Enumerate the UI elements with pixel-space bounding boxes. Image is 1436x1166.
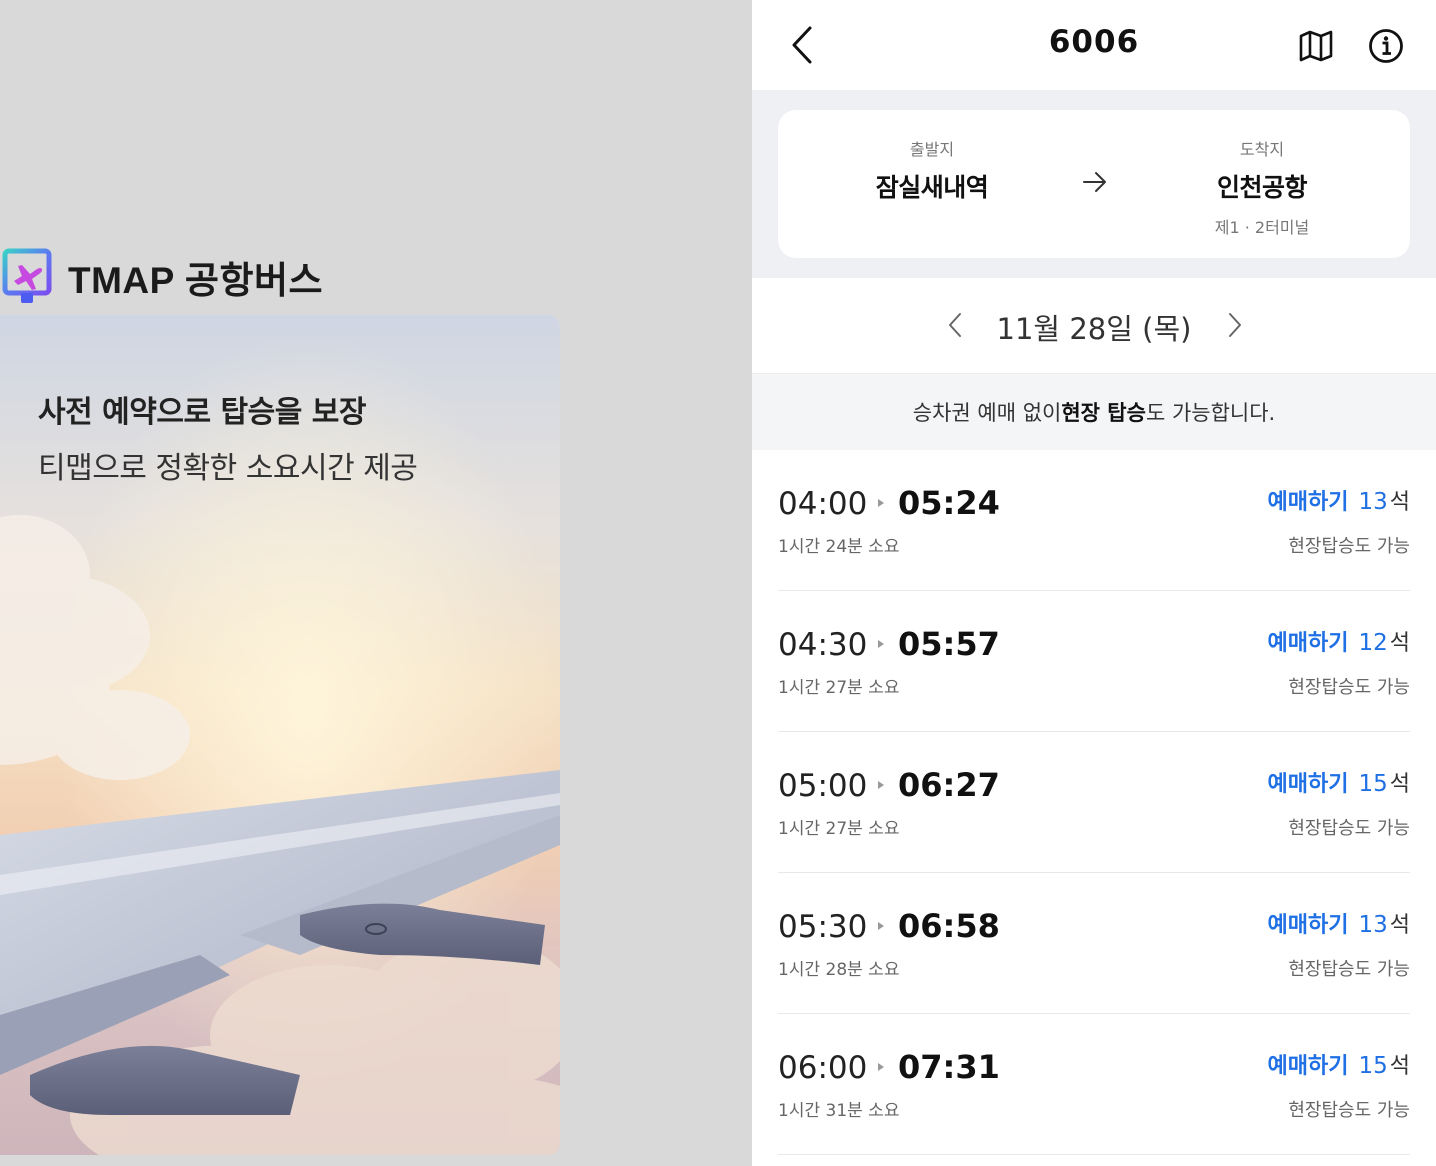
arrival-time: 06:27 (898, 766, 1000, 804)
info-button[interactable] (1364, 24, 1408, 68)
promo-subline: 티맵으로 정확한 소요시간 제공 (38, 451, 418, 486)
arrival-time: 05:24 (898, 484, 1000, 522)
trip-row[interactable]: 06:00 07:31 1시간 31분 소요 예매하기 15석 현장탑승도 가능 (778, 1014, 1410, 1155)
onsite-boarding-label: 현장탑승도 가능 (1288, 1100, 1410, 1121)
play-triangle-icon (878, 922, 884, 930)
route-summary-area: 출발지 잠실새내역 도착지 인천공항 제1 · 2터미널 (752, 90, 1436, 278)
arrival-time: 05:57 (898, 625, 1000, 663)
onsite-boarding-label: 현장탑승도 가능 (1288, 959, 1410, 980)
onsite-boarding-label: 현장탑승도 가능 (1288, 536, 1410, 557)
book-button[interactable]: 예매하기 13석 (1268, 907, 1411, 939)
book-label: 예매하기 (1267, 772, 1349, 797)
play-triangle-icon (878, 781, 884, 789)
trip-row[interactable]: 05:00 06:27 1시간 27분 소요 예매하기 15석 현장탑승도 가능 (778, 732, 1410, 873)
arrival-time: 06:58 (898, 907, 1000, 945)
departure-time: 04:00 (778, 486, 868, 522)
seats-remaining: 13 (1358, 912, 1388, 938)
next-date-button[interactable] (1220, 310, 1250, 340)
play-triangle-icon (878, 1063, 884, 1071)
destination-terminal: 제1 · 2터미널 (1214, 218, 1310, 237)
destination-name: 인천공항 (1216, 173, 1308, 202)
book-label: 예매하기 (1267, 1054, 1349, 1079)
brand-header: TMAP 공항버스 (2, 248, 323, 306)
brand-name: TMAP 공항버스 (68, 260, 324, 301)
info-icon (1369, 29, 1403, 63)
trip-row[interactable]: 04:30 05:57 1시간 27분 소요 예매하기 12석 현장탑승도 가능 (778, 591, 1410, 732)
departure-time: 05:30 (778, 909, 868, 945)
destination-label: 도착지 (1239, 140, 1285, 159)
trip-row[interactable]: 04:00 05:24 1시간 24분 소요 예매하기 13석 현장탑승도 가능 (778, 450, 1410, 591)
book-button[interactable]: 예매하기 13석 (1268, 484, 1411, 516)
seats-remaining: 15 (1358, 1053, 1388, 1079)
origin-name: 잠실새내역 (875, 173, 989, 202)
promo-banner: 사전 예약으로 탑승을 보장 티맵으로 정확한 소요시간 제공 (0, 315, 560, 1155)
book-label: 예매하기 (1267, 913, 1349, 938)
airplane-pin-logo (2, 248, 52, 303)
date-selector: 11월 28일 (목) (752, 278, 1436, 374)
airplane-wing-image (0, 315, 560, 1155)
trip-duration: 1시간 24분 소요 (778, 537, 900, 557)
departure-time: 06:00 (778, 1050, 868, 1086)
origin-label: 출발지 (909, 140, 955, 159)
trip-duration: 1시간 31분 소요 (778, 1101, 900, 1121)
trip-list: 04:00 05:24 1시간 24분 소요 예매하기 13석 현장탑승도 가능 … (752, 450, 1436, 1155)
book-label: 예매하기 (1267, 490, 1349, 515)
chevron-right-icon (1229, 313, 1241, 337)
book-label: 예매하기 (1267, 631, 1349, 656)
seats-remaining: 13 (1358, 489, 1388, 515)
trip-duration: 1시간 27분 소요 (778, 678, 900, 698)
notice-post: 도 가능합니다. (1145, 401, 1276, 425)
map-icon (1299, 30, 1333, 62)
top-bar: 6006 (752, 0, 1436, 90)
trip-duration: 1시간 28분 소요 (778, 960, 900, 980)
bus-schedule-panel: 6006 출발지 잠실새내역 도착지 인천공항 제1 · 2터미널 11월 28… (752, 0, 1436, 1166)
onsite-boarding-label: 현장탑승도 가능 (1288, 677, 1410, 698)
route-card: 출발지 잠실새내역 도착지 인천공항 제1 · 2터미널 (778, 110, 1410, 258)
seats-remaining: 15 (1358, 771, 1388, 797)
onsite-boarding-label: 현장탑승도 가능 (1288, 818, 1410, 839)
origin: 출발지 잠실새내역 (782, 136, 1082, 204)
departure-time: 05:00 (778, 768, 868, 804)
seats-remaining: 12 (1358, 630, 1388, 656)
onsite-boarding-notice: 승차권 예매 없이 현장 탑승 도 가능합니다. (752, 374, 1436, 450)
departure-time: 04:30 (778, 627, 868, 663)
promo-headline: 사전 예약으로 탑승을 보장 (38, 395, 366, 430)
destination: 도착지 인천공항 제1 · 2터미널 (1112, 136, 1412, 238)
seat-unit: 석 (1389, 913, 1410, 938)
arrival-time: 07:31 (898, 1048, 1000, 1086)
trip-row[interactable]: 05:30 06:58 1시간 28분 소요 예매하기 13석 현장탑승도 가능 (778, 873, 1410, 1014)
seat-unit: 석 (1389, 631, 1410, 656)
seat-unit: 석 (1389, 490, 1410, 515)
play-triangle-icon (878, 640, 884, 648)
trip-duration: 1시간 27분 소요 (778, 819, 900, 839)
notice-pre: 승차권 예매 없이 (912, 401, 1062, 425)
book-button[interactable]: 예매하기 12석 (1268, 625, 1411, 657)
seat-unit: 석 (1389, 772, 1410, 797)
book-button[interactable]: 예매하기 15석 (1268, 1048, 1411, 1080)
arrow-right-icon (1083, 172, 1106, 192)
seat-unit: 석 (1389, 1054, 1410, 1079)
book-button[interactable]: 예매하기 15석 (1268, 766, 1411, 798)
map-button[interactable] (1294, 24, 1338, 68)
selected-date: 11월 28일 (목) (996, 312, 1192, 346)
notice-bold: 현장 탑승 (1061, 401, 1146, 425)
play-triangle-icon (878, 499, 884, 507)
